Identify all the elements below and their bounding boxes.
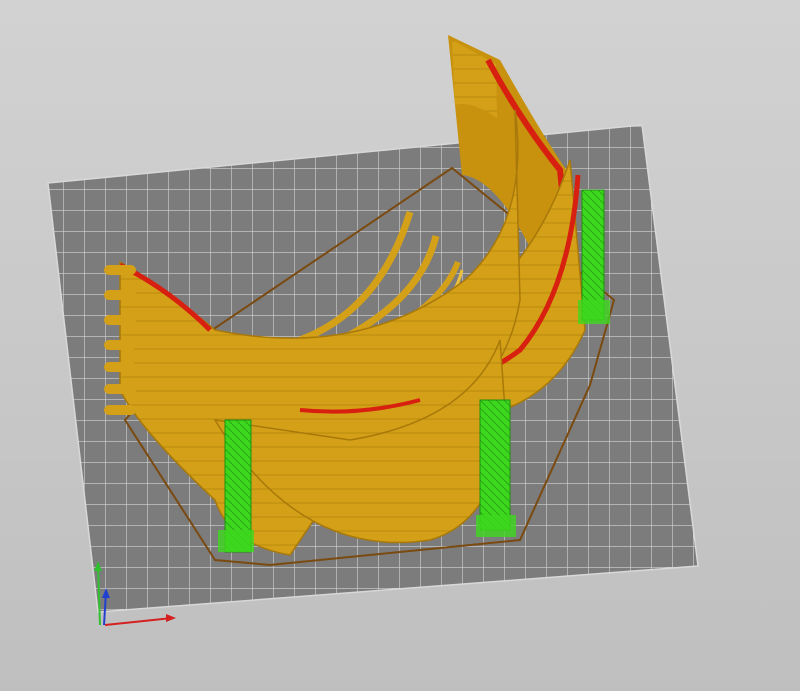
3d-viewport[interactable] (0, 0, 800, 691)
scene-canvas[interactable] (0, 0, 800, 691)
support-mid (476, 399, 516, 537)
x-axis (104, 617, 173, 626)
